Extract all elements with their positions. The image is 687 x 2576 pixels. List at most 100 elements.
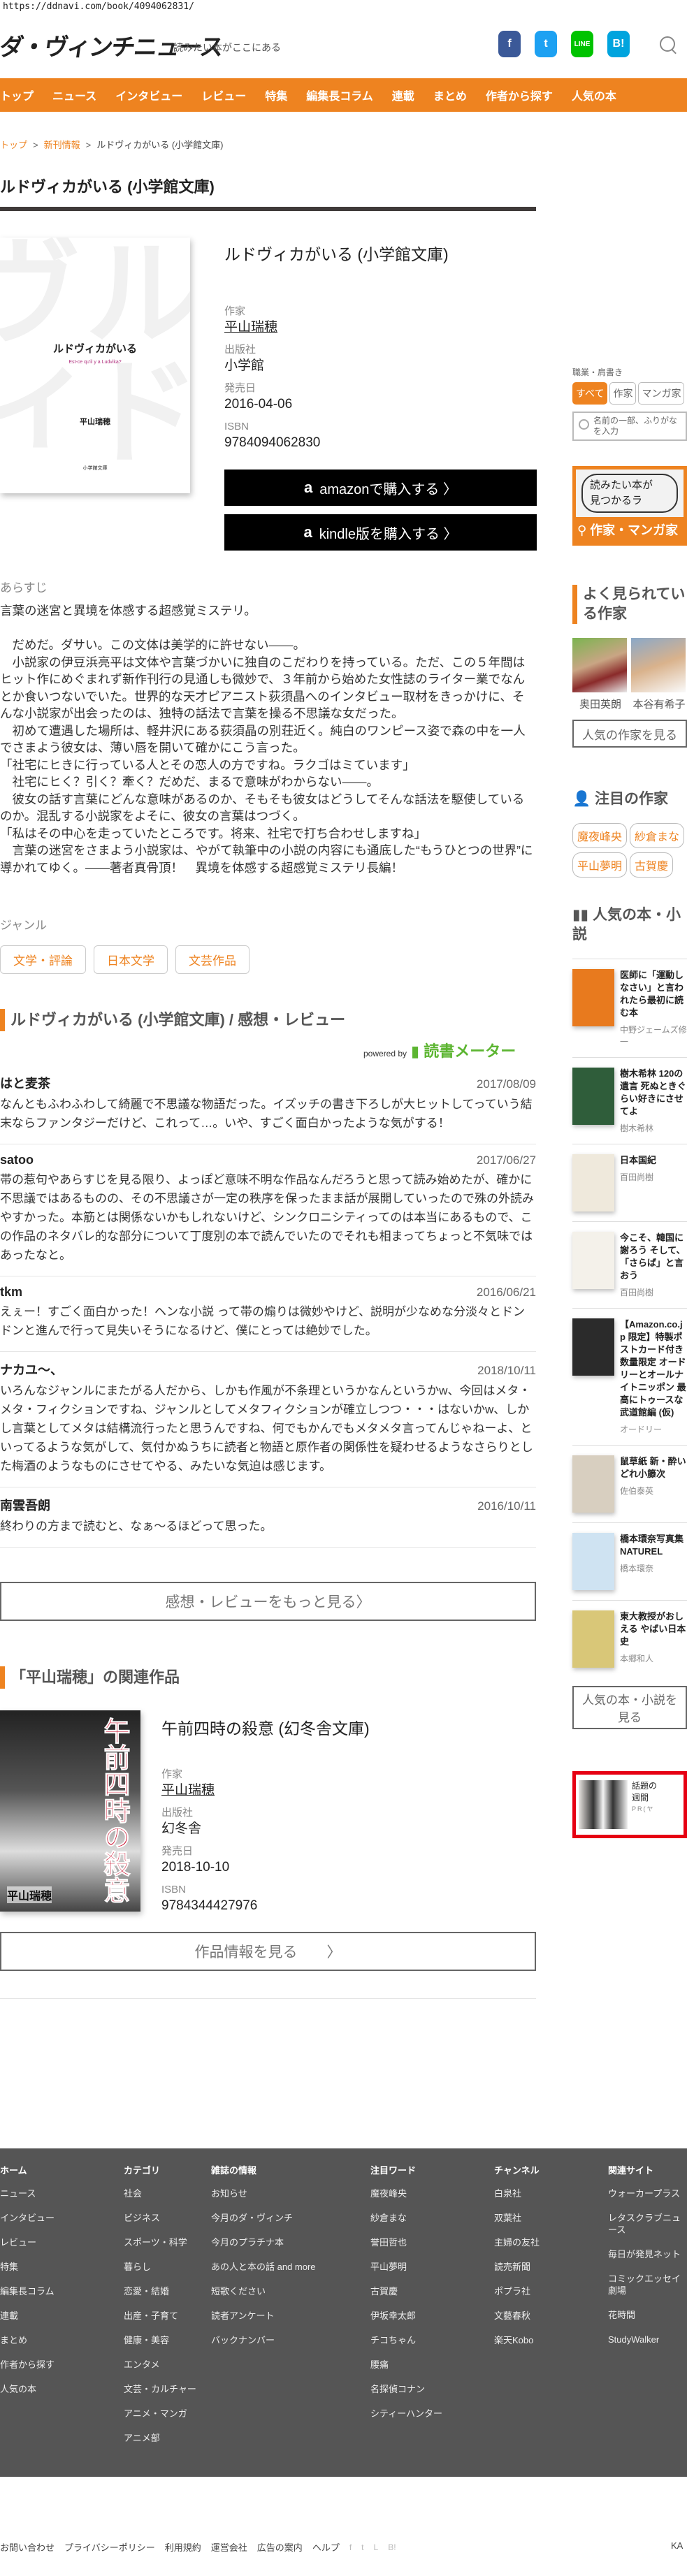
footer-link[interactable]: ウォーカープラス <box>608 2181 685 2206</box>
footer-link[interactable]: バックナンバー <box>211 2328 365 2352</box>
popular-book-item[interactable]: 東大教授がおしえる やばい日本史 本郷和人 <box>572 1600 687 1678</box>
footer-link[interactable]: インタビュー <box>0 2206 119 2230</box>
popular-authors-button[interactable]: 人気の作家を見る <box>572 720 687 748</box>
footer-link[interactable]: 暮らし <box>124 2255 208 2279</box>
breadcrumb-top[interactable]: トップ <box>0 140 27 150</box>
popular-book-title[interactable]: 医師に「運動しなさい」と言われたら最初に読む本 <box>620 969 687 1019</box>
footer-link[interactable]: 短歌ください <box>211 2279 365 2304</box>
reviewer-name[interactable]: ナカユ〜、 <box>0 1360 63 1378</box>
footer-link[interactable]: ポプラ社 <box>494 2279 602 2304</box>
footer-link[interactable]: エンタメ <box>124 2352 208 2377</box>
footer-link[interactable]: 平山夢明 <box>370 2255 489 2279</box>
footer-link[interactable]: 社会 <box>124 2181 208 2206</box>
related-book-title[interactable]: 午前四時の殺意 (幻冬舎文庫) <box>161 1715 370 1739</box>
author-photo[interactable] <box>572 638 627 692</box>
nav-review[interactable]: レビュー <box>201 87 246 103</box>
popular-books-button[interactable]: 人気の本・小説を見る <box>572 1686 687 1729</box>
kindle-buy-button[interactable]: a kindle版を購入する 〉 <box>224 514 537 551</box>
footer-link[interactable]: コミックエッセイ劇場 <box>608 2266 685 2303</box>
footer-link[interactable]: 白泉社 <box>494 2181 602 2206</box>
footer-link[interactable]: スポーツ・科学 <box>124 2230 208 2255</box>
footer-link[interactable]: 読売新聞 <box>494 2255 602 2279</box>
reviewer-name[interactable]: 南雲吾朗 <box>0 1496 50 1514</box>
author-name[interactable]: 本谷有希子 <box>631 697 687 711</box>
nav-editor-column[interactable]: 編集長コラム <box>306 87 373 103</box>
footer-link[interactable]: 腰痛 <box>370 2352 489 2377</box>
hatena-bookmark-icon[interactable]: B! <box>607 31 630 57</box>
footer-link[interactable]: ビジネス <box>124 2206 208 2230</box>
footer-link[interactable]: 恋愛・結婚 <box>124 2279 208 2304</box>
footer-link[interactable]: 作者から探す <box>0 2352 119 2377</box>
footer-link[interactable]: 出産・子育て <box>124 2304 208 2328</box>
author-photo[interactable] <box>631 638 686 692</box>
footer-link[interactable]: 紗倉まな <box>370 2206 489 2230</box>
advertisement[interactable]: 話題の 週間 PR(ヤ <box>572 1771 687 1838</box>
footer-link[interactable]: あの人と本の話 and more <box>211 2255 365 2279</box>
popular-book-title[interactable]: 橋本環奈写真集 NATUREL <box>620 1533 687 1558</box>
popular-book-item[interactable]: 医師に「運動しなさい」と言われたら最初に読む本 中野ジェームズ修一 <box>572 959 687 1057</box>
footer-link[interactable]: 伊坂幸太郎 <box>370 2304 489 2328</box>
footer-link[interactable]: 花時間 <box>608 2303 685 2327</box>
author-link[interactable]: 平山瑞穂 <box>224 319 449 337</box>
line-icon[interactable]: L <box>374 2542 379 2552</box>
author-card[interactable]: 奥田英朗 <box>572 638 628 711</box>
nav-interview[interactable]: インタビュー <box>115 87 182 103</box>
facebook-icon[interactable]: f <box>349 2542 352 2552</box>
twitter-icon[interactable]: t <box>361 2542 363 2552</box>
search-icon[interactable] <box>660 36 675 52</box>
author-card[interactable]: 本谷有希子 <box>631 638 687 711</box>
footer-link[interactable]: アニメ部 <box>124 2426 208 2450</box>
footer-link[interactable]: 毎日が発見ネット <box>608 2242 685 2266</box>
genre-tag[interactable]: 文学・評論 <box>0 945 86 974</box>
hatena-bookmark-icon[interactable]: B! <box>388 2542 396 2552</box>
footer-link[interactable]: 文芸・カルチャー <box>124 2377 208 2401</box>
footer-link[interactable]: 楽天Kobo <box>494 2328 602 2352</box>
footer-link[interactable]: 魔夜峰央 <box>370 2181 489 2206</box>
footer-link[interactable]: 文藝春秋 <box>494 2304 602 2328</box>
footer-link[interactable]: 双葉社 <box>494 2206 602 2230</box>
footer-link[interactable]: 今月のダ・ヴィンチ <box>211 2206 365 2230</box>
nav-serial[interactable]: 連載 <box>392 87 414 103</box>
footer-link[interactable]: レタスクラブニュース <box>608 2206 685 2242</box>
popular-book-title[interactable]: 日本国紀 <box>620 1154 687 1167</box>
author-name[interactable]: 奥田英朗 <box>572 697 628 711</box>
footer-column-heading[interactable]: チャンネル <box>494 2164 602 2178</box>
breadcrumb-new-releases[interactable]: 新刊情報 <box>44 140 80 150</box>
nav-top[interactable]: トップ <box>0 87 34 103</box>
popular-book-item[interactable]: 日本国紀 百田尚樹 <box>572 1144 687 1221</box>
tab-author[interactable]: 作家 <box>609 382 637 405</box>
popular-book-item[interactable]: 【Amazon.co.jp 限定】特製ポストカード付き 数量限定 オードリーとオ… <box>572 1308 687 1445</box>
footer-bottom-link[interactable]: 広告の案内 <box>257 2540 303 2554</box>
footer-link[interactable]: アニメ・マンガ <box>124 2401 208 2426</box>
footer-column-heading[interactable]: 雑誌の情報 <box>211 2164 365 2178</box>
footer-link[interactable]: 主婦の友社 <box>494 2230 602 2255</box>
popular-book-title[interactable]: 鼠草紙 新・酔いどれ小籐次 <box>620 1455 687 1480</box>
tab-manga-artist[interactable]: マンガ家 <box>638 382 685 405</box>
popular-book-title[interactable]: 樹木希林 120の遺言 死ぬときぐらい好きにさせてよ <box>620 1068 687 1118</box>
author-tag[interactable]: 魔夜峰央 <box>572 823 628 848</box>
footer-link[interactable]: 連載 <box>0 2304 119 2328</box>
footer-link[interactable]: 名探偵コナン <box>370 2377 489 2401</box>
footer-column-heading[interactable]: 注目ワード <box>370 2164 489 2178</box>
footer-bottom-link[interactable]: 利用規約 <box>165 2540 201 2554</box>
popular-book-title[interactable]: 【Amazon.co.jp 限定】特製ポストカード付き 数量限定 オードリーとオ… <box>620 1318 687 1419</box>
footer-link[interactable]: 誉田哲也 <box>370 2230 489 2255</box>
amazon-buy-button[interactable]: a amazonで購入する 〉 <box>224 470 537 506</box>
footer-bottom-link[interactable]: お問い合わせ <box>0 2540 55 2554</box>
footer-link[interactable]: 今月のプラチナ本 <box>211 2230 365 2255</box>
nav-matome[interactable]: まとめ <box>433 87 467 103</box>
nav-find-author[interactable]: 作者から探す <box>486 87 553 103</box>
footer-column-heading[interactable]: カテゴリ <box>124 2164 208 2178</box>
footer-link[interactable]: 読者アンケート <box>211 2304 365 2328</box>
popular-book-item[interactable]: 橋本環奈写真集 NATUREL 橋本環奈 <box>572 1522 687 1600</box>
more-reviews-button[interactable]: 感想・レビューをもっと見る〉 <box>0 1582 536 1621</box>
footer-bottom-link[interactable]: プライバシーポリシー <box>64 2540 155 2554</box>
related-author-link[interactable]: 平山瑞穂 <box>161 1782 370 1800</box>
footer-link[interactable]: 特集 <box>0 2255 119 2279</box>
nav-feature[interactable]: 特集 <box>265 87 287 103</box>
footer-bottom-link[interactable]: ヘルプ <box>312 2540 340 2554</box>
footer-link[interactable]: まとめ <box>0 2328 119 2352</box>
author-search-banner[interactable]: 読みたい本が 見つかるラ ⚲ 作家・マンガ家 <box>572 466 687 546</box>
reviewer-name[interactable]: はと麦茶 <box>0 1074 50 1092</box>
genre-tag[interactable]: 文芸作品 <box>175 945 250 974</box>
